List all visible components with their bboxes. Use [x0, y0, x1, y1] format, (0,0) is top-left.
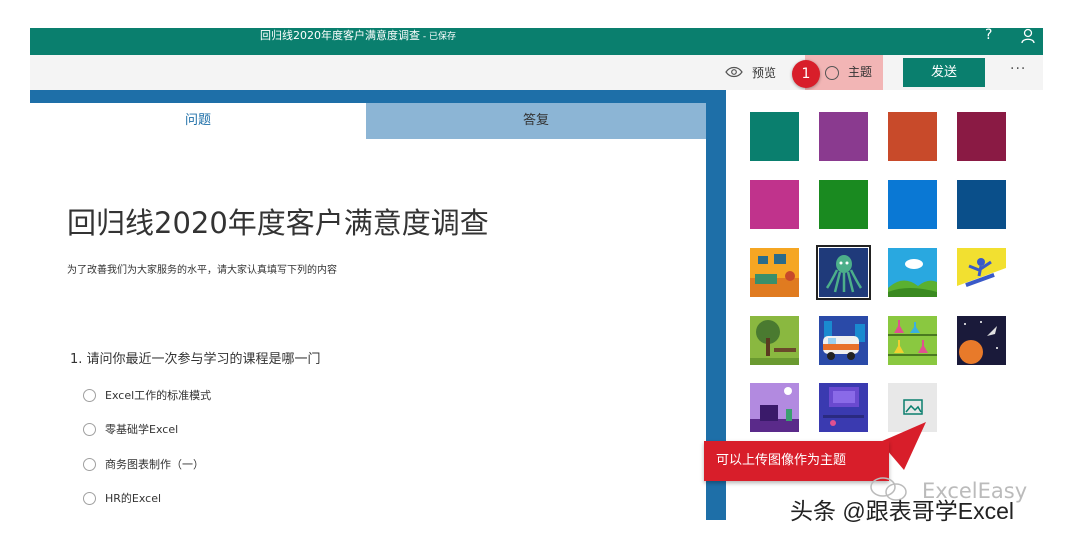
- tab-questions[interactable]: 问题: [30, 103, 366, 139]
- theme-color-swatch[interactable]: [750, 112, 799, 161]
- theme-image-lab[interactable]: [888, 316, 937, 365]
- command-bar: [30, 55, 1043, 90]
- step-callout-badge: 1: [792, 60, 820, 88]
- radio-button[interactable]: [83, 491, 96, 505]
- theme-color-swatch[interactable]: [957, 180, 1006, 229]
- theme-image-van[interactable]: [819, 316, 868, 365]
- theme-frame-top: [30, 90, 726, 103]
- form-description[interactable]: 为了改善我们为大家服务的水平，请大家认真填写下列的内容: [67, 263, 337, 279]
- more-options-button[interactable]: ···: [1010, 62, 1032, 80]
- theme-image-sky[interactable]: [888, 248, 937, 297]
- theme-image-computer[interactable]: [819, 383, 868, 432]
- radio-button[interactable]: [83, 422, 96, 436]
- option-label: HR的Excel: [105, 492, 162, 505]
- theme-color-swatch[interactable]: [957, 112, 1006, 161]
- theme-button-label: 主题: [848, 65, 873, 79]
- form-title-header: 回归线2020年度客户满意度调查 - 已保存: [260, 29, 456, 42]
- theme-image-desk[interactable]: [750, 383, 799, 432]
- theme-color-swatch[interactable]: [750, 180, 799, 229]
- radio-button[interactable]: [83, 457, 96, 471]
- theme-color-swatch[interactable]: [819, 180, 868, 229]
- option-row[interactable]: Excel工作的标准模式: [83, 386, 211, 404]
- theme-image-room[interactable]: [750, 248, 799, 297]
- eye-icon[interactable]: [725, 65, 743, 79]
- send-button[interactable]: 发送: [903, 58, 985, 87]
- palette-icon: [825, 66, 839, 80]
- saved-status: - 已保存: [420, 32, 456, 42]
- option-label: 商务图表制作（一）: [105, 458, 204, 471]
- theme-image-snowboard[interactable]: [957, 248, 1006, 297]
- theme-color-swatch[interactable]: [819, 112, 868, 161]
- theme-image-octopus[interactable]: [816, 245, 871, 300]
- option-label: Excel工作的标准模式: [105, 389, 212, 402]
- option-label: 零基础学Excel: [105, 423, 179, 436]
- option-row[interactable]: HR的Excel: [83, 489, 161, 507]
- annotation-note: 可以上传图像作为主题: [704, 441, 889, 481]
- watermark-credit: 头条 @跟表哥学Excel: [790, 498, 1014, 524]
- theme-image-tree[interactable]: [750, 316, 799, 365]
- user-icon[interactable]: [1020, 28, 1036, 44]
- preview-button[interactable]: 预览: [752, 65, 776, 81]
- option-row[interactable]: 商务图表制作（一）: [83, 455, 204, 473]
- radio-button[interactable]: [83, 388, 96, 402]
- title-bar: 回归线2020年度客户满意度调查 - 已保存: [30, 28, 1043, 55]
- tab-responses[interactable]: 答复: [366, 103, 706, 139]
- theme-color-swatch[interactable]: [888, 180, 937, 229]
- help-icon[interactable]: ?: [985, 27, 999, 43]
- theme-image-space[interactable]: [957, 316, 1006, 365]
- question-1-title[interactable]: 1. 请问你最近一次参与学习的课程是哪一门: [70, 351, 321, 369]
- theme-color-swatch[interactable]: [888, 112, 937, 161]
- form-title[interactable]: 回归线2020年度客户满意度调查: [67, 203, 489, 243]
- option-row[interactable]: 零基础学Excel: [83, 420, 178, 438]
